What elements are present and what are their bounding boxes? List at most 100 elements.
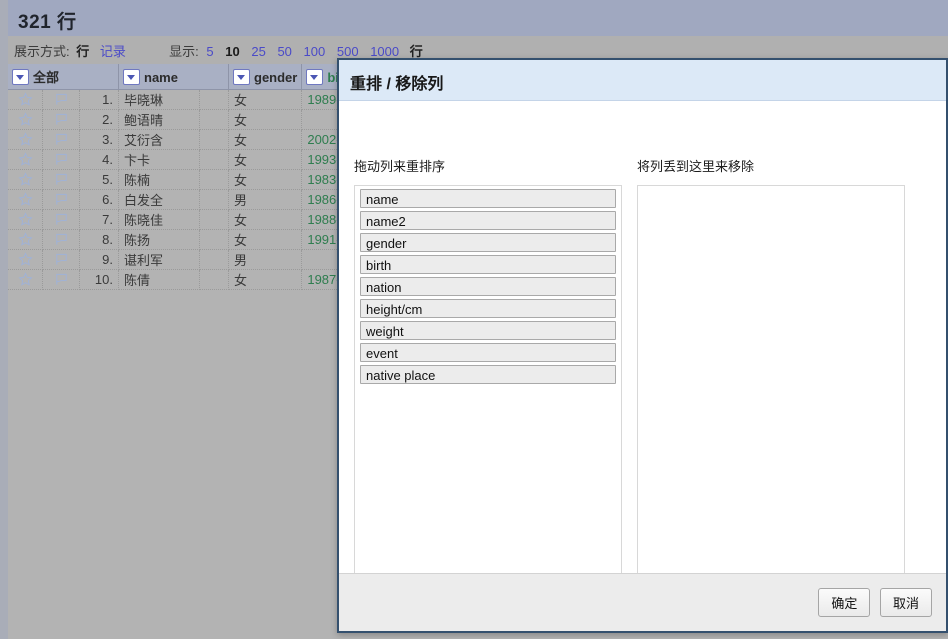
dialog-title: 重排 / 移除列 (350, 76, 444, 93)
star-icon[interactable] (18, 172, 33, 187)
page-size-50[interactable]: 50 (277, 44, 291, 59)
page-size-25[interactable]: 25 (251, 44, 265, 59)
display-mode-rows[interactable]: 行 (76, 44, 89, 59)
cell-spacer (199, 129, 229, 150)
cell-gender[interactable]: 女 (228, 149, 303, 170)
row-favorite-cell[interactable] (8, 129, 43, 150)
row-favorite-cell[interactable] (8, 269, 43, 290)
remove-panel-label: 将列丢到这里来移除 (637, 159, 755, 174)
ok-button[interactable]: 确定 (818, 588, 871, 617)
cell-gender[interactable]: 女 (228, 89, 303, 110)
cell-spacer (199, 229, 229, 250)
cell-gender[interactable]: 女 (228, 129, 303, 150)
page-size-100[interactable]: 100 (304, 44, 326, 59)
star-icon[interactable] (18, 152, 33, 167)
chevron-down-icon[interactable] (233, 68, 250, 85)
page-size-10[interactable]: 10 (225, 44, 239, 59)
row-flag-cell[interactable] (42, 149, 80, 170)
column-header-name[interactable]: name (118, 64, 229, 90)
flag-icon[interactable] (54, 172, 69, 187)
reorder-columns-panel[interactable]: name name2 gender birth nation height/cm weigh… (354, 185, 622, 581)
flag-icon[interactable] (54, 192, 69, 207)
cell-gender[interactable]: 女 (228, 269, 303, 290)
draggable-column-item[interactable]: nation (360, 277, 616, 296)
star-icon[interactable] (18, 272, 33, 287)
draggable-column-item[interactable]: height/cm (360, 299, 616, 318)
flag-icon[interactable] (54, 132, 69, 147)
star-icon[interactable] (18, 212, 33, 227)
row-favorite-cell[interactable] (8, 209, 43, 230)
draggable-column-item[interactable]: event (360, 343, 616, 362)
chevron-down-icon[interactable] (306, 68, 324, 85)
cell-gender[interactable]: 女 (228, 109, 303, 130)
row-flag-cell[interactable] (42, 249, 80, 270)
reorder-panel-label: 拖动列来重排序 (354, 159, 446, 174)
row-flag-cell[interactable] (42, 209, 80, 230)
draggable-column-item[interactable]: gender (360, 233, 616, 252)
draggable-column-item[interactable]: birth (360, 255, 616, 274)
cell-name[interactable]: 陈晓佳 (118, 209, 200, 230)
cell-gender[interactable]: 男 (228, 249, 303, 270)
row-flag-cell[interactable] (42, 229, 80, 250)
page-size-500[interactable]: 500 (337, 44, 359, 59)
cell-name[interactable]: 白发全 (118, 189, 200, 210)
cell-name[interactable]: 陈倩 (118, 269, 200, 290)
flag-icon[interactable] (54, 92, 69, 107)
cell-spacer (199, 109, 229, 130)
flag-icon[interactable] (54, 232, 69, 247)
star-icon[interactable] (18, 112, 33, 127)
row-favorite-cell[interactable] (8, 189, 43, 210)
dialog-footer-buttons: 确定 取消 (815, 588, 935, 617)
star-icon[interactable] (18, 92, 33, 107)
draggable-column-item[interactable]: name (360, 189, 616, 208)
reorder-remove-columns-dialog: 重排 / 移除列 拖动列来重排序 将列丢到这里来移除 name name2 gend… (337, 58, 948, 633)
cell-name[interactable]: 艾衍含 (118, 129, 200, 150)
draggable-column-item[interactable]: name2 (360, 211, 616, 230)
row-flag-cell[interactable] (42, 89, 80, 110)
row-flag-cell[interactable] (42, 169, 80, 190)
display-mode-records[interactable]: 记录 (100, 44, 126, 59)
flag-icon[interactable] (54, 272, 69, 287)
cell-gender[interactable]: 女 (228, 169, 303, 190)
row-favorite-cell[interactable] (8, 249, 43, 270)
row-favorite-cell[interactable] (8, 89, 43, 110)
star-icon[interactable] (18, 132, 33, 147)
row-favorite-cell[interactable] (8, 229, 43, 250)
remove-columns-dropzone[interactable] (637, 185, 905, 581)
cell-name[interactable]: 陈扬 (118, 229, 200, 250)
row-flag-cell[interactable] (42, 189, 80, 210)
cell-name[interactable]: 鲍语晴 (118, 109, 200, 130)
page-size-1000[interactable]: 1000 (370, 44, 399, 59)
cell-name[interactable]: 卞卡 (118, 149, 200, 170)
row-favorite-cell[interactable] (8, 169, 43, 190)
draggable-column-item[interactable]: native place (360, 365, 616, 384)
cell-name[interactable]: 陈楠 (118, 169, 200, 190)
column-header-gender[interactable]: gender (228, 64, 303, 90)
column-header-all[interactable]: 全部 (8, 64, 119, 90)
flag-icon[interactable] (54, 112, 69, 127)
star-icon[interactable] (18, 232, 33, 247)
cell-name[interactable]: 毕晓琳 (118, 89, 200, 110)
cell-gender[interactable]: 男 (228, 189, 303, 210)
flag-icon[interactable] (54, 252, 69, 267)
column-header-gender-label: gender (254, 69, 298, 85)
cell-name[interactable]: 谌利军 (118, 249, 200, 270)
cell-gender[interactable]: 女 (228, 209, 303, 230)
row-flag-cell[interactable] (42, 109, 80, 130)
star-icon[interactable] (18, 192, 33, 207)
row-favorite-cell[interactable] (8, 149, 43, 170)
draggable-column-item[interactable]: weight (360, 321, 616, 340)
cancel-button[interactable]: 取消 (879, 588, 932, 617)
page-size-5[interactable]: 5 (206, 44, 213, 59)
star-icon[interactable] (18, 252, 33, 267)
cell-spacer (199, 209, 229, 230)
page-title-bar: 321 行 (8, 0, 948, 36)
row-flag-cell[interactable] (42, 129, 80, 150)
row-flag-cell[interactable] (42, 269, 80, 290)
cell-gender[interactable]: 女 (228, 229, 303, 250)
row-favorite-cell[interactable] (8, 109, 43, 130)
chevron-down-icon[interactable] (12, 69, 29, 85)
flag-icon[interactable] (54, 152, 69, 167)
chevron-down-icon[interactable] (123, 68, 140, 85)
flag-icon[interactable] (54, 212, 69, 227)
